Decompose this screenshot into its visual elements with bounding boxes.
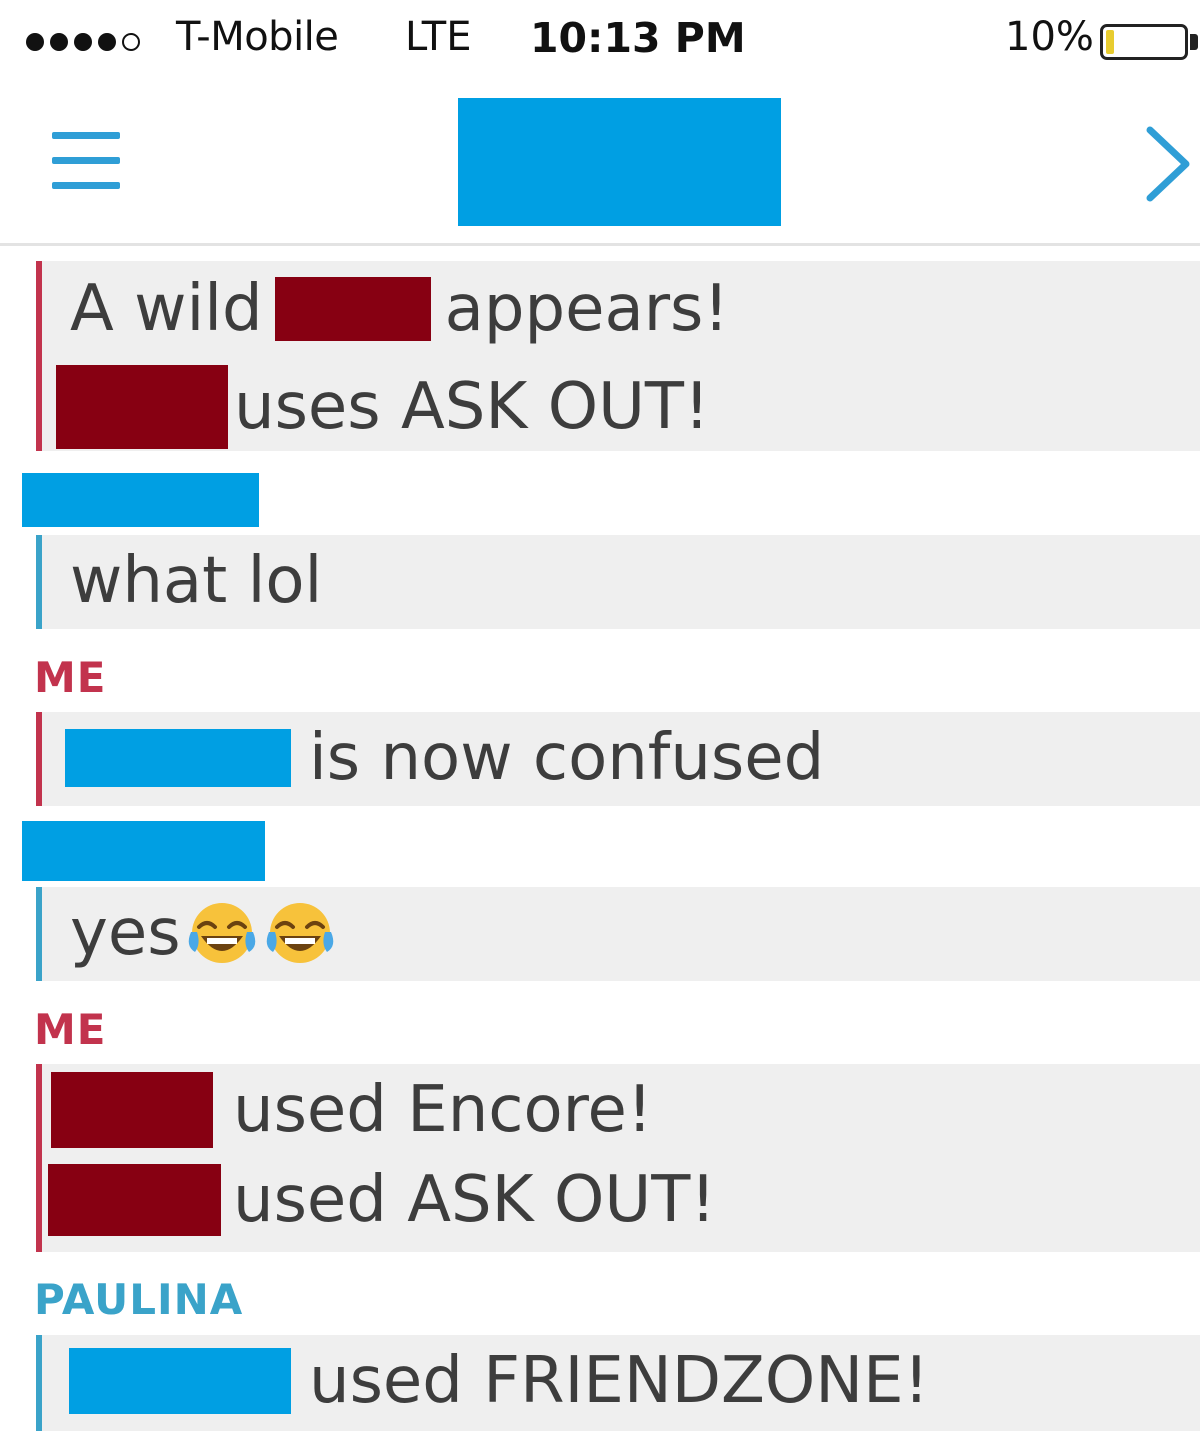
message-bubble[interactable]: used Encore! used ASK OUT! [36, 1064, 1200, 1252]
message-bubble[interactable]: what lol [36, 535, 1200, 629]
message-text: used FRIENDZONE! [309, 1344, 930, 1418]
message-bubble[interactable]: used FRIENDZONE! [36, 1335, 1200, 1431]
message-bubble[interactable]: A wild appears! uses ASK OUT! [36, 261, 1200, 451]
redacted-contact-name [458, 98, 781, 226]
sender-indicator-them [36, 1335, 42, 1431]
sender-indicator-me [36, 712, 42, 806]
message-text: used Encore! [233, 1073, 653, 1147]
status-bar: T-Mobile LTE 10:13 PM 10% [0, 0, 1200, 84]
message-text: what lol [70, 544, 323, 618]
status-time: 10:13 PM [530, 14, 746, 62]
message-text: A wild [70, 272, 263, 346]
redacted-sender-label [22, 821, 265, 881]
redacted-name [274, 277, 431, 341]
redacted-name [65, 729, 291, 787]
message-text: used ASK OUT! [233, 1163, 716, 1237]
message-text: uses ASK OUT! [234, 370, 710, 444]
sender-indicator-me [36, 1064, 42, 1252]
tears-of-joy-icon [263, 900, 337, 966]
sender-label: ME [34, 1005, 107, 1054]
chevron-right-icon[interactable] [1140, 124, 1196, 204]
sender-indicator-them [36, 887, 42, 981]
battery-icon [1100, 24, 1188, 60]
chat-transcript: A wild appears! uses ASK OUT! what lol M… [0, 249, 1200, 1445]
message-text: is now confused [309, 721, 825, 795]
sender-label: PAULINA [34, 1275, 244, 1324]
message-bubble[interactable]: is now confused [36, 712, 1200, 806]
sender-indicator-them [36, 535, 42, 629]
network-type: LTE [405, 14, 472, 60]
message-text: appears! [444, 272, 730, 346]
redacted-sender-label [22, 473, 259, 527]
carrier-name: T-Mobile [176, 14, 339, 60]
redacted-name [51, 1072, 213, 1148]
hamburger-menu-icon[interactable] [50, 130, 122, 192]
sender-indicator-me [36, 261, 42, 451]
battery-percent: 10% [1005, 14, 1094, 60]
redacted-name [56, 365, 228, 449]
battery-level-fill [1106, 30, 1114, 54]
redacted-name [48, 1164, 221, 1236]
message-bubble[interactable]: yes [36, 887, 1200, 981]
chat-header [0, 84, 1200, 246]
battery-tip [1190, 34, 1198, 50]
signal-strength-icon [26, 33, 140, 51]
sender-label: ME [34, 653, 107, 702]
tears-of-joy-icon [185, 900, 259, 966]
message-text: yes [70, 896, 181, 970]
redacted-name [69, 1348, 291, 1414]
